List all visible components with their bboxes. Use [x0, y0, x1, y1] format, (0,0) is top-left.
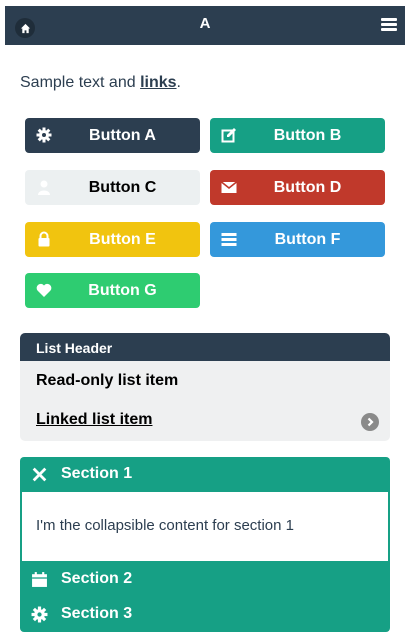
gear-icon [36, 127, 52, 143]
button-a[interactable]: Button A [25, 118, 200, 153]
section-1-header[interactable]: Section 1 [20, 457, 390, 491]
close-icon [32, 467, 47, 482]
button-b[interactable]: Button B [210, 118, 385, 153]
button-g[interactable]: Button G [25, 273, 200, 308]
menu-icon-bar [381, 18, 397, 21]
mail-icon [221, 181, 237, 193]
calendar-icon [32, 572, 47, 587]
bars-icon [221, 233, 237, 246]
section-3-label: Section 3 [61, 605, 133, 622]
section-1-label: Section 1 [61, 465, 133, 482]
button-d[interactable]: Button D [210, 170, 385, 205]
sample-text: Sample text and links. [20, 74, 181, 91]
header-bar: A [5, 6, 405, 45]
user-icon [38, 180, 50, 195]
section-2-header[interactable]: Section 2 [20, 562, 390, 596]
readonly-list-item: Read-only list item [36, 372, 179, 389]
list-header: List Header [20, 333, 390, 361]
edit-icon [221, 128, 236, 143]
menu-button[interactable] [381, 18, 397, 33]
section-2-label: Section 2 [61, 570, 133, 587]
page-title: A [199, 15, 211, 32]
linked-list-item[interactable]: Linked list item [36, 411, 152, 429]
section-1-content: I'm the collapsible content for section … [22, 492, 388, 561]
menu-icon-bar [381, 23, 397, 26]
button-e[interactable]: Button E [25, 222, 200, 257]
chevron-right-icon [367, 417, 374, 427]
collapsible-set: Section 1 I'm the collapsible content fo… [20, 457, 390, 632]
button-f[interactable]: Button F [210, 222, 385, 257]
list-view: List Header Read-only list item Linked l… [20, 333, 390, 441]
sample-link[interactable]: links [140, 74, 176, 91]
lock-icon [38, 231, 50, 247]
section-3-header[interactable]: Section 3 [20, 597, 390, 631]
menu-icon-bar [381, 28, 397, 31]
gear-icon [31, 606, 48, 623]
heart-icon [36, 283, 52, 297]
arrow-right-icon[interactable] [361, 413, 379, 431]
button-c[interactable]: Button C [25, 170, 200, 205]
